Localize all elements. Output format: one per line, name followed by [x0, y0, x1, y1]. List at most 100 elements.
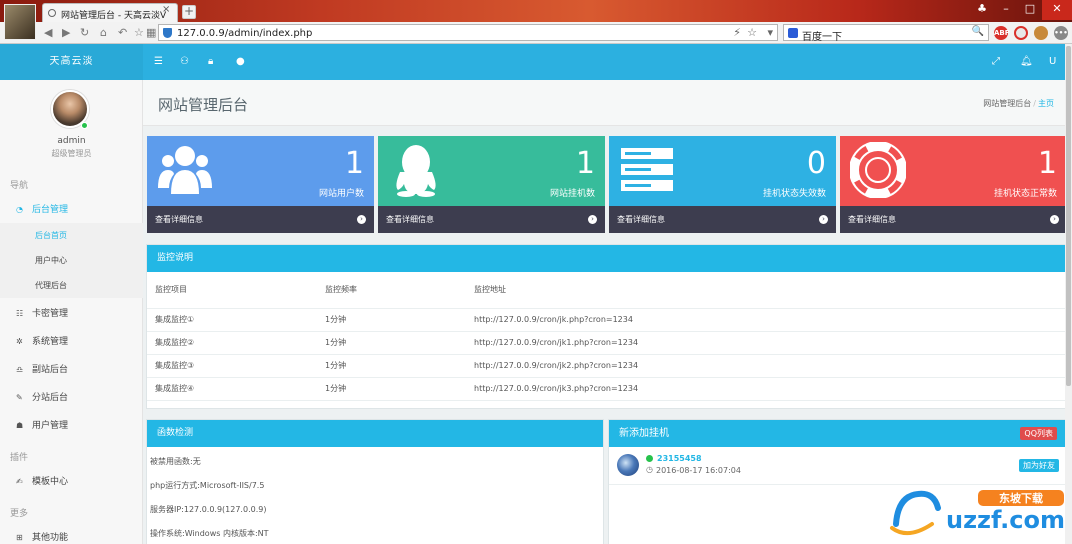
stat-card-body: 0 挂机状态失效数 — [609, 136, 836, 206]
maximize-button[interactable]: □ — [1018, 0, 1042, 20]
page-title: 网站管理后台 — [158, 96, 249, 114]
sidebar-item-substation[interactable]: ♎ 副站后台 — [0, 357, 143, 383]
minimize-button[interactable]: – — [994, 0, 1018, 20]
qq-icon — [396, 145, 436, 197]
table-cell[interactable]: http://127.0.0.9/cron/jk2.php?cron=1234 — [474, 354, 1065, 378]
sidebar-item-admin[interactable]: ◔ 后台管理 — [0, 197, 143, 223]
menu-dots-icon[interactable]: ••• — [1054, 26, 1068, 40]
info-line: php运行方式:Microsoft-IIS/7.5 — [150, 481, 265, 490]
brand-logo[interactable]: 天高云淡 — [0, 44, 143, 80]
table-cell: 1分钟 — [325, 377, 474, 401]
info-line: 操作系统:Windows 内核版本:NT — [150, 529, 269, 538]
stat-card-bots: 1 网站挂机数 查看详细信息 › — [378, 136, 605, 233]
user-name[interactable]: admin — [0, 136, 143, 146]
user-u-icon[interactable]: U — [1049, 56, 1056, 67]
bookmark-star-icon[interactable]: ☆ — [747, 26, 757, 39]
qq-icon[interactable]: ● — [236, 56, 245, 67]
refresh-icon[interactable]: ↻ — [80, 26, 89, 39]
sidebar-item-cards[interactable]: ☷ 卡密管理 — [0, 301, 143, 327]
breadcrumb-item[interactable]: 网站管理后台 — [983, 99, 1031, 108]
grid-view-icon[interactable]: ▦ — [146, 26, 156, 39]
address-bar[interactable]: 127.0.0.9/admin/index.php ⚡ ☆ ▾ — [158, 24, 778, 41]
sidebar-item-other[interactable]: ⊞ 其他功能 — [0, 525, 143, 544]
add-friend-button[interactable]: 加为好友 — [1019, 459, 1059, 472]
table-cell: 集成监控④ — [147, 377, 325, 401]
sidebar-sub-home[interactable]: 后台首页 — [0, 223, 143, 248]
tab-title: 网站管理后台 - 天高云淡V — [61, 11, 167, 21]
lock-icon[interactable]: 🔒︎ — [208, 56, 213, 67]
stat-label: 网站用户数 — [318, 189, 364, 199]
sidebar-item-system[interactable]: ✲ 系统管理 — [0, 329, 143, 355]
scrollbar-thumb[interactable] — [1066, 46, 1071, 386]
section-plugin-label: 插件 — [10, 453, 29, 463]
table-cell[interactable]: http://127.0.0.9/cron/jk1.php?cron=1234 — [474, 331, 1065, 355]
breadcrumb-current[interactable]: 主页 — [1038, 99, 1054, 108]
gear-icon: ✲ — [16, 337, 23, 346]
cookie-icon[interactable] — [1034, 26, 1048, 40]
window-close-button[interactable]: ✕ — [1042, 0, 1072, 20]
section-more-label: 更多 — [10, 509, 29, 519]
qq-list-button[interactable]: QQ列表 — [1020, 427, 1057, 440]
tab-close-icon[interactable]: × — [162, 4, 170, 15]
lightning-icon[interactable]: ⚡ — [733, 26, 741, 39]
undo-icon[interactable]: ↶ — [118, 26, 127, 39]
column-header: 监控地址 — [474, 272, 1065, 309]
table-cell: 集成监控③ — [147, 354, 325, 378]
stat-value: 0 — [806, 146, 826, 181]
bell-icon[interactable]: 🔔︎ — [1020, 56, 1033, 67]
dropdown-icon[interactable]: ▾ — [767, 26, 773, 39]
forward-icon[interactable]: ▶ — [62, 26, 70, 39]
breadcrumb-separator: / — [1033, 99, 1036, 108]
browser-tab[interactable]: 网站管理后台 - 天高云淡V — [42, 3, 178, 22]
sidebar-item-branch[interactable]: ✎ 分站后台 — [0, 385, 143, 411]
table-row: 集成监控④ 1分钟 http://127.0.0.9/cron/jk3.php?… — [147, 377, 1065, 401]
home-icon[interactable]: ⌂ — [100, 26, 107, 39]
sidebar-sub-agent[interactable]: 代理后台 — [0, 273, 143, 298]
sidebar-sub-user-center[interactable]: 用户中心 — [0, 248, 143, 273]
table-cell[interactable]: http://127.0.0.9/cron/jk.php?cron=1234 — [474, 308, 1065, 332]
browser-tabstrip: 网站管理后台 - 天高云淡V × + ♣ – □ ✕ — [0, 0, 1072, 40]
sidebar-item-users[interactable]: ☗ 用户管理 — [0, 413, 143, 439]
panel-title: 监控说明 — [147, 245, 1065, 272]
table-cell[interactable]: http://127.0.0.9/cron/jk3.php?cron=1234 — [474, 377, 1065, 401]
qq-number[interactable]: 23155458 — [657, 454, 702, 463]
adblock-icon[interactable]: ABP — [994, 26, 1010, 40]
stat-detail-link[interactable]: 查看详细信息 › — [840, 206, 1067, 233]
user-icon[interactable]: ⚇ — [180, 56, 189, 67]
menu-icon[interactable]: ☰ — [154, 56, 163, 67]
column-header: 监控频率 — [325, 272, 474, 309]
stat-detail-link[interactable]: 查看详细信息 › — [609, 206, 836, 233]
page-scrollbar[interactable] — [1065, 44, 1072, 544]
window-controls: ♣ – □ ✕ — [970, 0, 1072, 20]
favorite-icon[interactable]: ☆ — [134, 26, 144, 39]
sidebar-item-templates[interactable]: ✍ 模板中心 — [0, 469, 143, 495]
list-icon: ☷ — [16, 309, 24, 318]
panel-title-text: 新添加挂机 — [619, 428, 669, 439]
search-box[interactable]: 百度一下 🔍 — [783, 24, 989, 43]
opera-icon[interactable] — [1014, 26, 1028, 40]
column-header: 监控项目 — [147, 272, 325, 309]
qq-avatar[interactable] — [617, 454, 639, 476]
stat-detail-label: 查看详细信息 — [848, 215, 896, 224]
table-row: 集成监控② 1分钟 http://127.0.0.9/cron/jk1.php?… — [147, 331, 1065, 355]
server-icon — [621, 148, 673, 191]
back-icon[interactable]: ◀ — [44, 26, 52, 39]
search-icon[interactable]: 🔍 — [972, 26, 984, 37]
fullscreen-icon[interactable]: ⤢ — [992, 56, 1000, 67]
svg-text:东坡下载: 东坡下载 — [999, 491, 1043, 505]
sidebar-item-label: 系统管理 — [32, 337, 69, 347]
stat-detail-label: 查看详细信息 — [386, 215, 434, 224]
table-row: 集成监控③ 1分钟 http://127.0.0.9/cron/jk2.php?… — [147, 354, 1065, 378]
baidu-paw-icon — [788, 28, 798, 38]
table-row: 集成监控① 1分钟 http://127.0.0.9/cron/jk.php?c… — [147, 308, 1065, 332]
stat-detail-label: 查看详细信息 — [617, 215, 665, 224]
stat-detail-link[interactable]: 查看详细信息 › — [378, 206, 605, 233]
user-role: 超级管理员 — [51, 149, 92, 158]
new-tab-button[interactable]: + — [182, 5, 196, 19]
table-cell: 集成监控② — [147, 331, 325, 355]
monitor-table: 监控项目 监控频率 监控地址 集成监控① 1分钟 http://127.0.0.… — [147, 272, 1065, 401]
page-header: 网站管理后台 网站管理后台 / 主页 — [143, 80, 1072, 126]
browser-profile-avatar[interactable] — [4, 4, 36, 40]
stat-detail-link[interactable]: 查看详细信息 › — [147, 206, 374, 233]
window-menu-icon[interactable]: ♣ — [970, 0, 994, 20]
